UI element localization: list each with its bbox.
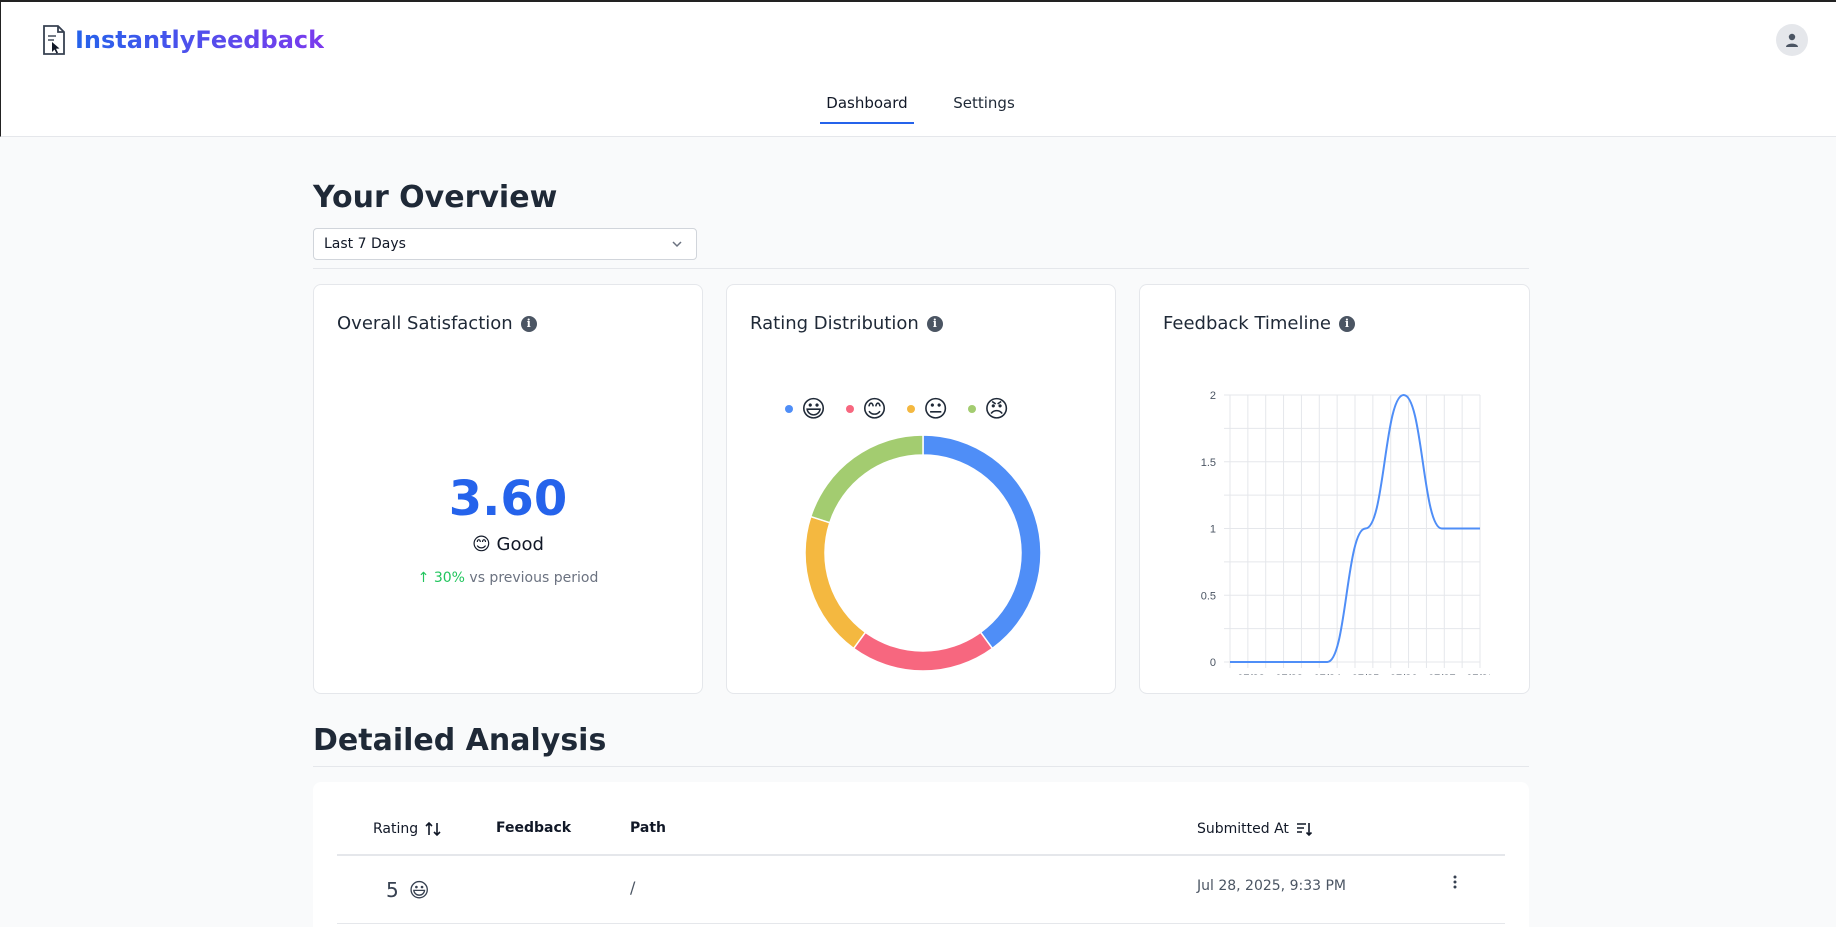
rating-distribution-card: Rating Distribution i 😃 😊 😐 😠 xyxy=(726,284,1116,694)
donut-slice xyxy=(809,434,924,524)
legend-dot xyxy=(846,405,855,413)
card-title: Rating Distribution i xyxy=(750,313,943,334)
rating-emoji: 😃 xyxy=(408,878,430,902)
top-navbar: InstantlyFeedback Dashboard Settings xyxy=(0,0,1836,137)
tab-settings[interactable]: Settings xyxy=(949,94,1019,112)
satisfaction-trend: ↑ 30% vs previous period xyxy=(314,570,702,586)
x-tick-label: 07/26 xyxy=(1390,673,1418,675)
detailed-analysis-title: Detailed Analysis xyxy=(313,723,607,758)
rating-value: 5 xyxy=(386,878,399,902)
donut-slice xyxy=(922,434,1042,650)
x-tick-label: 07/24 xyxy=(1314,673,1342,675)
card-title: Overall Satisfaction i xyxy=(337,313,537,334)
card-title: Feedback Timeline i xyxy=(1163,313,1355,334)
x-tick-label: 07/23 xyxy=(1275,673,1303,675)
main-tabs: Dashboard Settings xyxy=(1,2,1836,139)
satisfaction-label: 😊 Good xyxy=(472,534,544,555)
y-tick-label: 0 xyxy=(1210,657,1216,669)
legend-item[interactable]: 😠 xyxy=(968,395,1009,423)
sort-icon xyxy=(425,821,441,837)
info-icon[interactable]: i xyxy=(520,315,537,332)
period-select[interactable]: Last 7 Days xyxy=(313,228,697,260)
legend-emoji: 😃 xyxy=(801,395,827,423)
x-tick-label: 07/28 xyxy=(1466,673,1490,675)
tab-dashboard[interactable]: Dashboard xyxy=(820,94,914,124)
timeline-chart: 0 0.5 1 1.5 2 07/22 07/23 07/24 07/25 07/26 07/27 0… xyxy=(1201,390,1490,675)
y-tick-label: 1.5 xyxy=(1201,457,1216,469)
x-tick-label: 07/25 xyxy=(1352,673,1380,675)
legend-emoji: 😊 xyxy=(862,395,888,423)
info-icon[interactable]: i xyxy=(926,315,943,332)
x-tick-label: 07/27 xyxy=(1428,673,1456,675)
donut-chart xyxy=(804,434,1042,672)
column-header-path: Path xyxy=(630,820,666,836)
table-row-path: / xyxy=(630,878,636,897)
y-tick-label: 1 xyxy=(1210,524,1216,536)
sort-descending-icon xyxy=(1296,823,1313,837)
timeline-title: Feedback Timeline xyxy=(1163,313,1331,334)
chart-legend: 😃 😊 😐 😠 xyxy=(785,395,1009,423)
distribution-title: Rating Distribution xyxy=(750,313,919,334)
divider xyxy=(313,766,1529,767)
y-tick-label: 2 xyxy=(1210,390,1216,402)
donut-slice xyxy=(804,515,867,650)
overview-title: Your Overview xyxy=(313,180,558,215)
legend-dot xyxy=(907,405,916,413)
legend-item[interactable]: 😊 xyxy=(846,395,887,423)
table-row-submitted: Jul 28, 2025, 9:33 PM xyxy=(1197,878,1346,894)
more-vertical-icon xyxy=(1453,875,1457,889)
column-header-rating[interactable]: Rating xyxy=(373,820,442,838)
satisfaction-title: Overall Satisfaction xyxy=(337,313,513,334)
legend-emoji: 😠 xyxy=(984,395,1010,423)
feedback-table: Rating Feedback Path Submitted At 5 😃 / … xyxy=(313,782,1529,927)
table-header-divider xyxy=(337,854,1505,856)
legend-dot xyxy=(785,405,793,413)
y-tick-label: 0.5 xyxy=(1201,590,1216,602)
table-row-divider xyxy=(337,923,1505,924)
legend-item[interactable]: 😃 xyxy=(785,395,826,423)
table-row-rating: 5 😃 xyxy=(386,878,430,902)
legend-dot xyxy=(968,405,977,413)
donut-slice xyxy=(852,631,994,672)
divider xyxy=(313,268,1529,269)
satisfaction-score: 3.60 xyxy=(448,471,568,527)
x-tick-label: 07/22 xyxy=(1237,673,1265,675)
column-label: Rating xyxy=(373,821,419,837)
legend-emoji: 😐 xyxy=(923,395,949,423)
column-header-feedback: Feedback xyxy=(496,820,572,836)
trend-value: ↑ 30% xyxy=(417,570,465,586)
column-header-submitted[interactable]: Submitted At xyxy=(1197,820,1313,838)
trend-text: vs previous period xyxy=(469,570,599,586)
chevron-down-icon xyxy=(672,241,682,248)
info-icon[interactable]: i xyxy=(1338,315,1355,332)
feedback-timeline-card: Feedback Timeline i 00.511.5207/2207/230… xyxy=(1139,284,1530,694)
legend-item[interactable]: 😐 xyxy=(907,395,948,423)
satisfaction-card: Overall Satisfaction i 3.60 😊 Good ↑ 30%… xyxy=(313,284,703,694)
row-menu-button[interactable] xyxy=(1447,874,1463,894)
column-label: Submitted At xyxy=(1197,821,1289,837)
period-select-value: Last 7 Days xyxy=(324,236,406,252)
